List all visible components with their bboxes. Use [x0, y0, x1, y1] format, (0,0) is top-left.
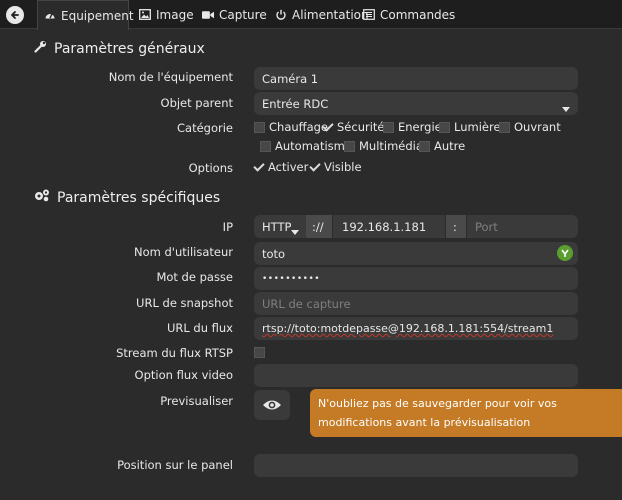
rtsp-stream-label: Stream du flux RTSP	[116, 346, 233, 360]
password-label: Mot de passe	[156, 270, 233, 284]
panel-position-label: Position sur le panel	[117, 458, 233, 472]
equipment-name-input[interactable]: Caméra 1	[254, 67, 578, 90]
category-chauffage[interactable]: Chauffage	[254, 120, 328, 134]
protocol-separator: ://	[306, 215, 332, 238]
checkbox[interactable]	[254, 121, 265, 133]
validation-icon	[557, 245, 573, 261]
option-activer[interactable]: Activer	[253, 160, 308, 174]
checkbox[interactable]	[439, 121, 450, 133]
tab-label: Commandes	[380, 7, 456, 22]
caret-down-icon	[291, 224, 299, 238]
category-energie[interactable]: Energie	[383, 120, 442, 134]
cogs-icon	[34, 189, 50, 206]
image-icon	[139, 9, 151, 21]
video-option-input[interactable]	[254, 364, 578, 387]
protocol-select[interactable]: HTTP	[254, 215, 306, 238]
checkbox[interactable]	[344, 140, 355, 152]
ip-label: IP	[222, 220, 233, 234]
power-icon	[275, 9, 287, 21]
tab-image[interactable]: Image	[133, 0, 200, 29]
stream-url-input[interactable]: rtsp://toto:motdepasse@192.168.1.181:554…	[254, 317, 578, 340]
parent-object-label: Objet parent	[160, 96, 233, 110]
password-input[interactable]: ••••••••••	[254, 267, 578, 290]
wrench-icon	[34, 40, 47, 57]
category-lumiere[interactable]: Lumière	[439, 120, 501, 134]
eye-icon	[263, 400, 281, 410]
category-label: Catégorie	[177, 121, 233, 135]
option-visible[interactable]: Visible	[309, 160, 362, 174]
preview-notice: N'oubliez pas de sauvegarder pour voir v…	[310, 389, 622, 437]
tab-bar: Equipement Image Capture Alimentation Co…	[0, 0, 622, 30]
snapshot-url-input[interactable]: URL de capture	[254, 292, 578, 315]
checkbox[interactable]	[260, 140, 271, 152]
options-label: Options	[188, 161, 233, 175]
category-automatisme[interactable]: Automatisme	[260, 139, 352, 153]
video-option-label: Option flux video	[134, 368, 233, 382]
username-label: Nom d'utilisateur	[134, 245, 233, 259]
checkbox[interactable]	[383, 121, 394, 133]
port-separator: :	[446, 215, 466, 238]
panel-position-input[interactable]	[254, 454, 578, 477]
category-ouvrant[interactable]: Ouvrant	[499, 120, 561, 134]
tab-label: Equipement	[61, 8, 134, 23]
preview-button[interactable]	[254, 390, 290, 420]
checkbox[interactable]	[499, 121, 510, 133]
equipment-name-label: Nom de l'équipement	[108, 70, 233, 84]
parent-object-select[interactable]: Entrée RDC	[254, 92, 578, 115]
tab-commandes[interactable]: Commandes	[357, 0, 461, 29]
port-input[interactable]: Port	[467, 215, 578, 238]
tab-equipement[interactable]: Equipement	[37, 0, 134, 30]
video-camera-icon	[202, 9, 214, 21]
snapshot-url-label: URL de snapshot	[136, 296, 233, 310]
general-section-title: Paramètres généraux	[34, 40, 205, 57]
tab-label: Image	[156, 7, 194, 22]
checkbox[interactable]	[254, 347, 265, 358]
check-icon[interactable]	[322, 121, 334, 133]
rtsp-stream-checkbox[interactable]	[254, 347, 269, 358]
username-input[interactable]: toto	[254, 242, 578, 265]
category-securite[interactable]: Sécurité	[322, 120, 385, 134]
stream-url-label: URL du flux	[166, 321, 233, 335]
ip-address-input[interactable]: 192.168.1.181	[333, 215, 445, 238]
check-icon[interactable]	[253, 161, 265, 173]
tab-capture[interactable]: Capture	[196, 0, 273, 29]
tab-label: Capture	[219, 7, 267, 22]
category-autre[interactable]: Autre	[419, 139, 465, 153]
check-icon[interactable]	[309, 161, 321, 173]
preview-label: Previsualiser	[160, 394, 233, 408]
specific-section-title: Paramètres spécifiques	[34, 189, 220, 206]
caret-down-icon	[562, 101, 570, 115]
tachometer-icon	[44, 10, 56, 22]
category-multimedia[interactable]: Multimédia	[344, 139, 423, 153]
arrow-left-icon	[11, 11, 19, 19]
list-icon	[363, 9, 375, 21]
back-button[interactable]	[6, 6, 24, 24]
checkbox[interactable]	[419, 140, 430, 152]
